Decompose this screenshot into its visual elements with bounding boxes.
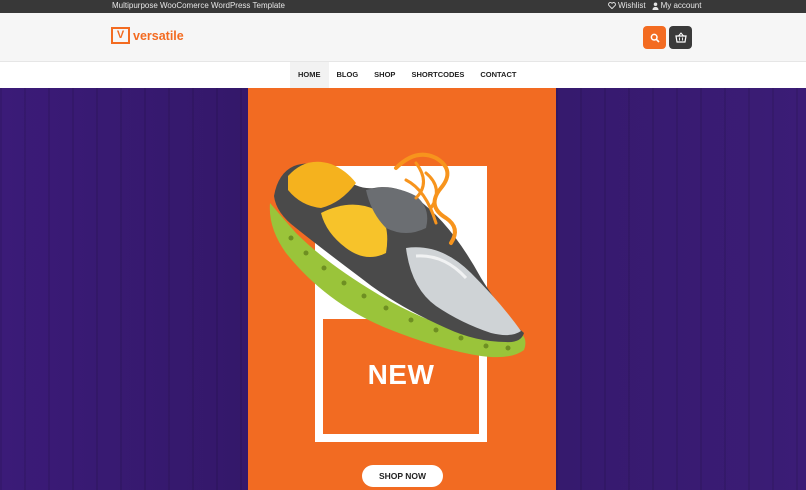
heart-icon [608, 2, 616, 9]
logo-letter: V [116, 29, 125, 41]
cart-button[interactable] [669, 26, 692, 49]
site-tagline: Multipurpose WooComerce WordPress Templa… [112, 1, 285, 10]
hero-promo-panel: NEW SHOP NOW [248, 88, 556, 490]
basket-icon [674, 32, 687, 43]
search-icon [650, 33, 660, 43]
search-button[interactable] [643, 26, 666, 49]
nav-item-shortcodes[interactable]: SHORTCODES [403, 62, 472, 88]
wishlist-label: Wishlist [618, 1, 646, 10]
wishlist-link[interactable]: Wishlist [608, 1, 646, 10]
top-links: Wishlist My account [608, 1, 701, 10]
hero-banner: NEW SHOP NOW [0, 88, 806, 490]
user-icon [652, 2, 659, 10]
hero-pattern-left [0, 88, 248, 490]
logo-text: versatile [133, 28, 184, 43]
nav-item-home[interactable]: HOME [290, 62, 329, 88]
hero-pattern-right [556, 88, 806, 490]
site-logo[interactable]: V versatile [111, 27, 184, 44]
account-label: My account [660, 1, 702, 10]
sneaker-image [269, 152, 526, 358]
account-link[interactable]: My account [652, 1, 702, 10]
main-nav: HOME BLOG SHOP SHORTCODES CONTACT [0, 62, 806, 88]
nav-item-blog[interactable]: BLOG [329, 62, 367, 88]
top-bar: Multipurpose WooComerce WordPress Templa… [0, 0, 806, 13]
shop-now-button[interactable]: SHOP NOW [362, 465, 443, 487]
nav-item-shop[interactable]: SHOP [366, 62, 403, 88]
logo-mark: V [111, 27, 130, 44]
nav-item-contact[interactable]: CONTACT [472, 62, 524, 88]
site-header: V versatile [0, 13, 806, 62]
